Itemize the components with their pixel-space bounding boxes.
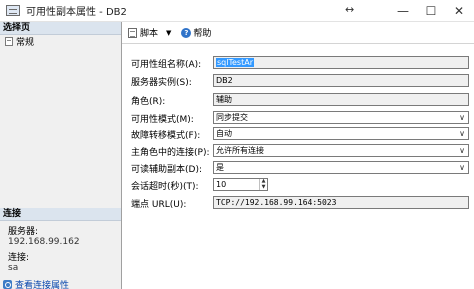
page-item-label: 常规 [16, 38, 35, 48]
connection-header: 连接 [0, 208, 121, 221]
group-name-label: 可用性组名称(A): [131, 59, 202, 70]
session-timeout-label: 会话超时(秒)(T): [131, 181, 199, 192]
role-field[interactable]: 辅助 [213, 93, 469, 106]
minimize-button[interactable]: — [388, 0, 418, 22]
connection-label: 连接: [8, 253, 30, 263]
maximize-button[interactable]: ☐ [416, 0, 446, 22]
select-page-header: 选择页 [0, 22, 121, 35]
primary-connections-value: 允许所有连接 [216, 146, 264, 155]
spin-down-icon[interactable]: ▼ [260, 184, 267, 191]
view-connection-properties[interactable]: 查看连接属性 [0, 278, 121, 289]
primary-connections-select[interactable]: 允许所有连接 ∨ [213, 144, 469, 157]
availability-mode-select[interactable]: 同步提交 ∨ [213, 111, 469, 124]
close-button[interactable]: ✕ [444, 0, 474, 22]
page-item-general[interactable]: 常规 [0, 35, 121, 48]
spin-buttons[interactable]: ▲ ▼ [259, 178, 267, 191]
help-button[interactable]: ? 帮助 [171, 26, 211, 39]
server-value: 192.168.99.162 [8, 237, 80, 247]
connection-section: 连接 服务器: 192.168.99.162 连接: sa 查看连接属性 [0, 208, 121, 289]
window-app-icon [6, 5, 20, 16]
help-label: 帮助 [193, 29, 212, 39]
session-timeout-stepper[interactable]: 10 ▲ ▼ [213, 178, 268, 191]
group-name-field[interactable]: sqlTestAr [213, 56, 469, 69]
role-label: 角色(R): [131, 96, 166, 107]
resize-cursor-icon: ↔ [345, 3, 355, 16]
server-instance-field[interactable]: DB2 [213, 74, 469, 87]
title-bar: 可用性副本属性 - DB2 ↔ — ☐ ✕ [0, 0, 474, 22]
window-title: 可用性副本属性 - DB2 [26, 7, 127, 18]
connection-value: sa [8, 263, 19, 273]
script-icon [128, 27, 137, 38]
failover-mode-label: 故障转移模式(F): [131, 130, 201, 141]
failover-mode-value: 自动 [216, 129, 232, 138]
script-label: 脚本 [140, 29, 159, 39]
primary-connections-label: 主角色中的连接(P): [131, 147, 210, 158]
availability-mode-label: 可用性模式(M): [131, 114, 194, 125]
session-timeout-value: 10 [216, 180, 227, 189]
connection-properties-icon [3, 280, 12, 289]
group-name-value: sqlTestAr [216, 58, 254, 67]
endpoint-url-field[interactable]: TCP://192.168.99.164:5023 [213, 196, 469, 209]
readable-secondary-label: 可读辅助副本(D): [131, 164, 202, 175]
left-pane: 选择页 常规 连接 服务器: 192.168.99.162 连接: sa 查看连… [0, 22, 122, 289]
chevron-down-icon: ∨ [459, 113, 465, 122]
failover-mode-select[interactable]: 自动 ∨ [213, 127, 469, 140]
view-connection-link[interactable]: 查看连接属性 [15, 278, 69, 289]
script-button[interactable]: 脚本 [122, 26, 158, 39]
chevron-down-icon: ∨ [459, 163, 465, 172]
help-icon: ? [181, 27, 192, 38]
readable-secondary-value: 是 [216, 163, 224, 172]
page-icon [5, 37, 13, 46]
chevron-down-icon: ∨ [459, 129, 465, 138]
readable-secondary-select[interactable]: 是 ∨ [213, 161, 469, 174]
availability-mode-value: 同步提交 [216, 113, 248, 122]
toolbar: 脚本 ▼ ? 帮助 [122, 22, 474, 44]
endpoint-url-label: 端点 URL(U): [131, 199, 187, 210]
chevron-down-icon: ∨ [459, 146, 465, 155]
server-label: 服务器: [8, 227, 39, 237]
server-instance-label: 服务器实例(S): [131, 77, 192, 88]
